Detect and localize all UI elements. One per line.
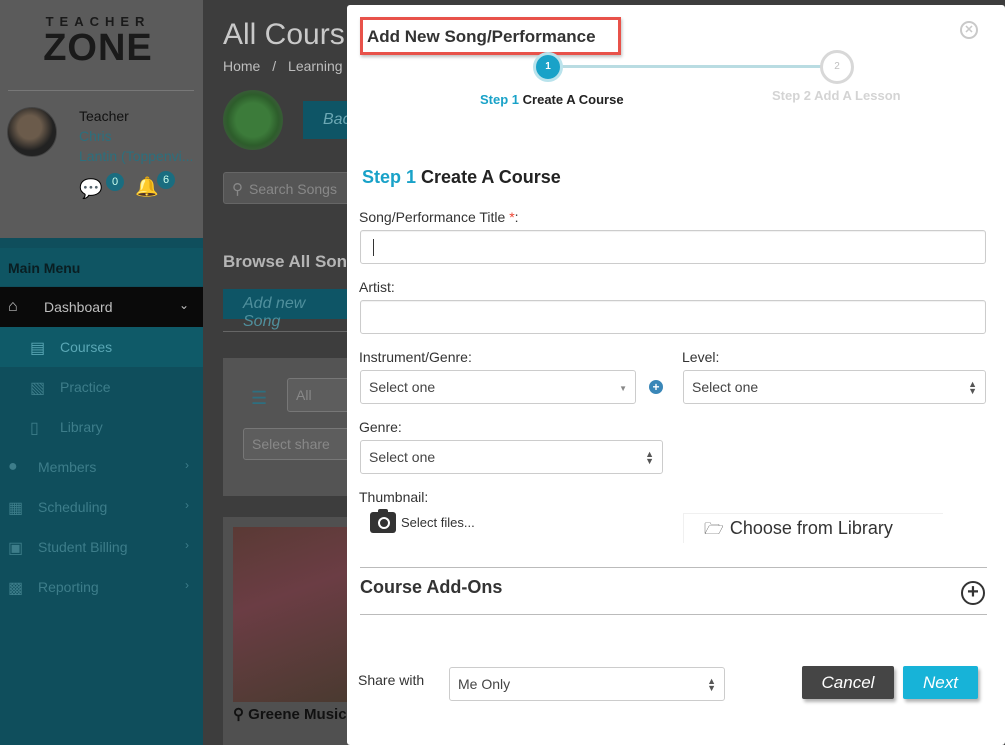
user-last-name[interactable]: Lantin (Toppenvi... bbox=[79, 148, 193, 164]
sidebar-item-reporting[interactable]: ▩ Reporting › bbox=[0, 567, 203, 607]
cart-icon: ▣ bbox=[8, 540, 24, 557]
level-select[interactable]: Select one ▲ ▼ bbox=[683, 370, 986, 404]
page-title: All Cours bbox=[223, 18, 345, 51]
browse-heading: Browse All Son bbox=[223, 252, 348, 271]
share-with-label: Share with bbox=[358, 672, 425, 688]
breadcrumb-current[interactable]: Learning bbox=[288, 58, 343, 74]
step-progress-line bbox=[547, 65, 837, 68]
file-icon: ▯ bbox=[30, 420, 39, 437]
filter-share-select[interactable]: Select share bbox=[243, 428, 353, 460]
step-1-indicator[interactable]: 1 bbox=[533, 52, 563, 82]
sidebar: TEACHER ZONE Teacher Chris Lantin (Toppe… bbox=[0, 0, 203, 745]
notification-row: 💬 0 🔔 6 bbox=[79, 171, 189, 200]
card-title: ⚲ Greene Music bbox=[233, 706, 347, 723]
cancel-button[interactable]: Cancel bbox=[802, 666, 894, 699]
chevron-right-icon: › bbox=[185, 578, 189, 592]
location-pin-icon: ⚲ bbox=[233, 706, 244, 723]
course-card[interactable]: ⚲ Greene Music bbox=[223, 517, 348, 745]
breadcrumb: Home / Learning bbox=[223, 58, 343, 74]
step-2-indicator[interactable]: 2 bbox=[820, 50, 854, 84]
artist-label: Artist: bbox=[359, 279, 395, 295]
breadcrumb-home[interactable]: Home bbox=[223, 58, 260, 74]
divider bbox=[223, 331, 353, 332]
course-thumbnail bbox=[223, 90, 283, 150]
alert-count-badge: 6 bbox=[157, 171, 175, 189]
expand-addons-icon[interactable]: + bbox=[961, 581, 985, 605]
sidebar-item-members[interactable]: ● Members › bbox=[0, 447, 203, 487]
teacher-zone-logo[interactable]: TEACHER ZONE bbox=[38, 14, 158, 74]
divider bbox=[8, 90, 194, 91]
chevron-right-icon: › bbox=[185, 498, 189, 512]
chat-icon[interactable]: 💬 bbox=[79, 177, 103, 201]
folder-open-icon: 🗁 bbox=[704, 521, 724, 538]
close-icon[interactable]: ✕ bbox=[960, 21, 978, 39]
section-heading: Step 1 Create A Course bbox=[362, 167, 561, 187]
profile-panel: TEACHER ZONE Teacher Chris Lantin (Toppe… bbox=[0, 0, 203, 238]
user-role: Teacher bbox=[79, 108, 129, 124]
artist-input[interactable] bbox=[360, 300, 986, 334]
updown-arrow-icon: ▲ ▼ bbox=[707, 676, 716, 693]
caret-down-icon: ▼ bbox=[619, 384, 627, 393]
step-2-label: Step 2 Add A Lesson bbox=[772, 88, 901, 103]
avatar[interactable] bbox=[7, 107, 57, 157]
step-1-label: Step 1 Create A Course bbox=[480, 92, 624, 107]
genre-label: Genre: bbox=[359, 419, 402, 435]
share-with-select[interactable]: Me Only ▲ ▼ bbox=[449, 667, 725, 701]
modal-title: Add New Song/Performance bbox=[367, 27, 596, 46]
camera-icon[interactable] bbox=[370, 509, 396, 533]
home-icon: ⌂ bbox=[8, 298, 18, 315]
updown-arrow-icon: ▲ ▼ bbox=[645, 449, 654, 466]
divider bbox=[360, 567, 987, 568]
thumbnail-label: Thumbnail: bbox=[359, 489, 429, 505]
sidebar-item-student-billing[interactable]: ▣ Student Billing › bbox=[0, 527, 203, 567]
genre-select[interactable]: Select one ▲ ▼ bbox=[360, 440, 663, 474]
next-button[interactable]: Next bbox=[903, 666, 978, 699]
choose-from-library-button[interactable]: 🗁 Choose from Library bbox=[683, 513, 943, 543]
updown-arrow-icon: ▲ ▼ bbox=[968, 379, 977, 396]
main-menu-heading: Main Menu bbox=[0, 248, 203, 286]
divider bbox=[360, 614, 987, 615]
select-files-button[interactable]: Select files... bbox=[401, 515, 475, 530]
message-count-badge: 0 bbox=[106, 173, 124, 191]
calendar-icon: ▦ bbox=[8, 500, 24, 517]
add-song-modal: Add New Song/Performance ✕ 1 2 Step 1 Cr… bbox=[347, 5, 1005, 745]
chevron-down-icon: ⌄ bbox=[178, 298, 189, 312]
breadcrumb-separator: / bbox=[272, 58, 277, 74]
user-first-name[interactable]: Chris bbox=[79, 128, 112, 144]
chevron-right-icon: › bbox=[185, 458, 189, 472]
text-cursor bbox=[373, 239, 374, 256]
instrument-select[interactable]: Select one ▼ bbox=[360, 370, 636, 404]
search-icon: ⚲ bbox=[232, 181, 243, 198]
filter-all-select[interactable]: All bbox=[287, 378, 353, 412]
sidebar-item-scheduling[interactable]: ▦ Scheduling › bbox=[0, 487, 203, 527]
bar-chart-icon: ▩ bbox=[8, 580, 24, 597]
song-title-input[interactable] bbox=[360, 230, 986, 264]
course-addons-heading: Course Add-Ons bbox=[360, 577, 503, 597]
search-input[interactable]: ⚲ Search Songs bbox=[223, 172, 353, 204]
level-label: Level: bbox=[682, 349, 720, 365]
users-icon: ● bbox=[8, 458, 18, 475]
instrument-label: Instrument/Genre: bbox=[359, 349, 472, 365]
sidebar-item-practice[interactable]: ▧ Practice bbox=[0, 367, 203, 407]
filter-panel: ☰ All Select share bbox=[223, 358, 353, 496]
sidebar-item-dashboard[interactable]: ⌂ Dashboard ⌄ bbox=[0, 287, 203, 327]
card-image bbox=[233, 527, 348, 702]
book-icon: ▤ bbox=[30, 340, 46, 357]
add-song-button[interactable]: Add new Song bbox=[223, 289, 353, 330]
list-view-icon[interactable]: ☰ bbox=[251, 388, 267, 409]
chevron-right-icon: › bbox=[185, 538, 189, 552]
add-instrument-icon[interactable]: + bbox=[649, 380, 663, 394]
sidebar-item-courses[interactable]: ▤ Courses bbox=[0, 327, 203, 367]
song-title-label: Song/Performance Title *: bbox=[359, 209, 519, 225]
modal-title-highlight: Add New Song/Performance bbox=[360, 17, 621, 55]
document-icon: ▧ bbox=[30, 380, 46, 397]
sidebar-item-library[interactable]: ▯ Library bbox=[0, 407, 203, 447]
bell-icon[interactable]: 🔔 bbox=[135, 175, 159, 199]
